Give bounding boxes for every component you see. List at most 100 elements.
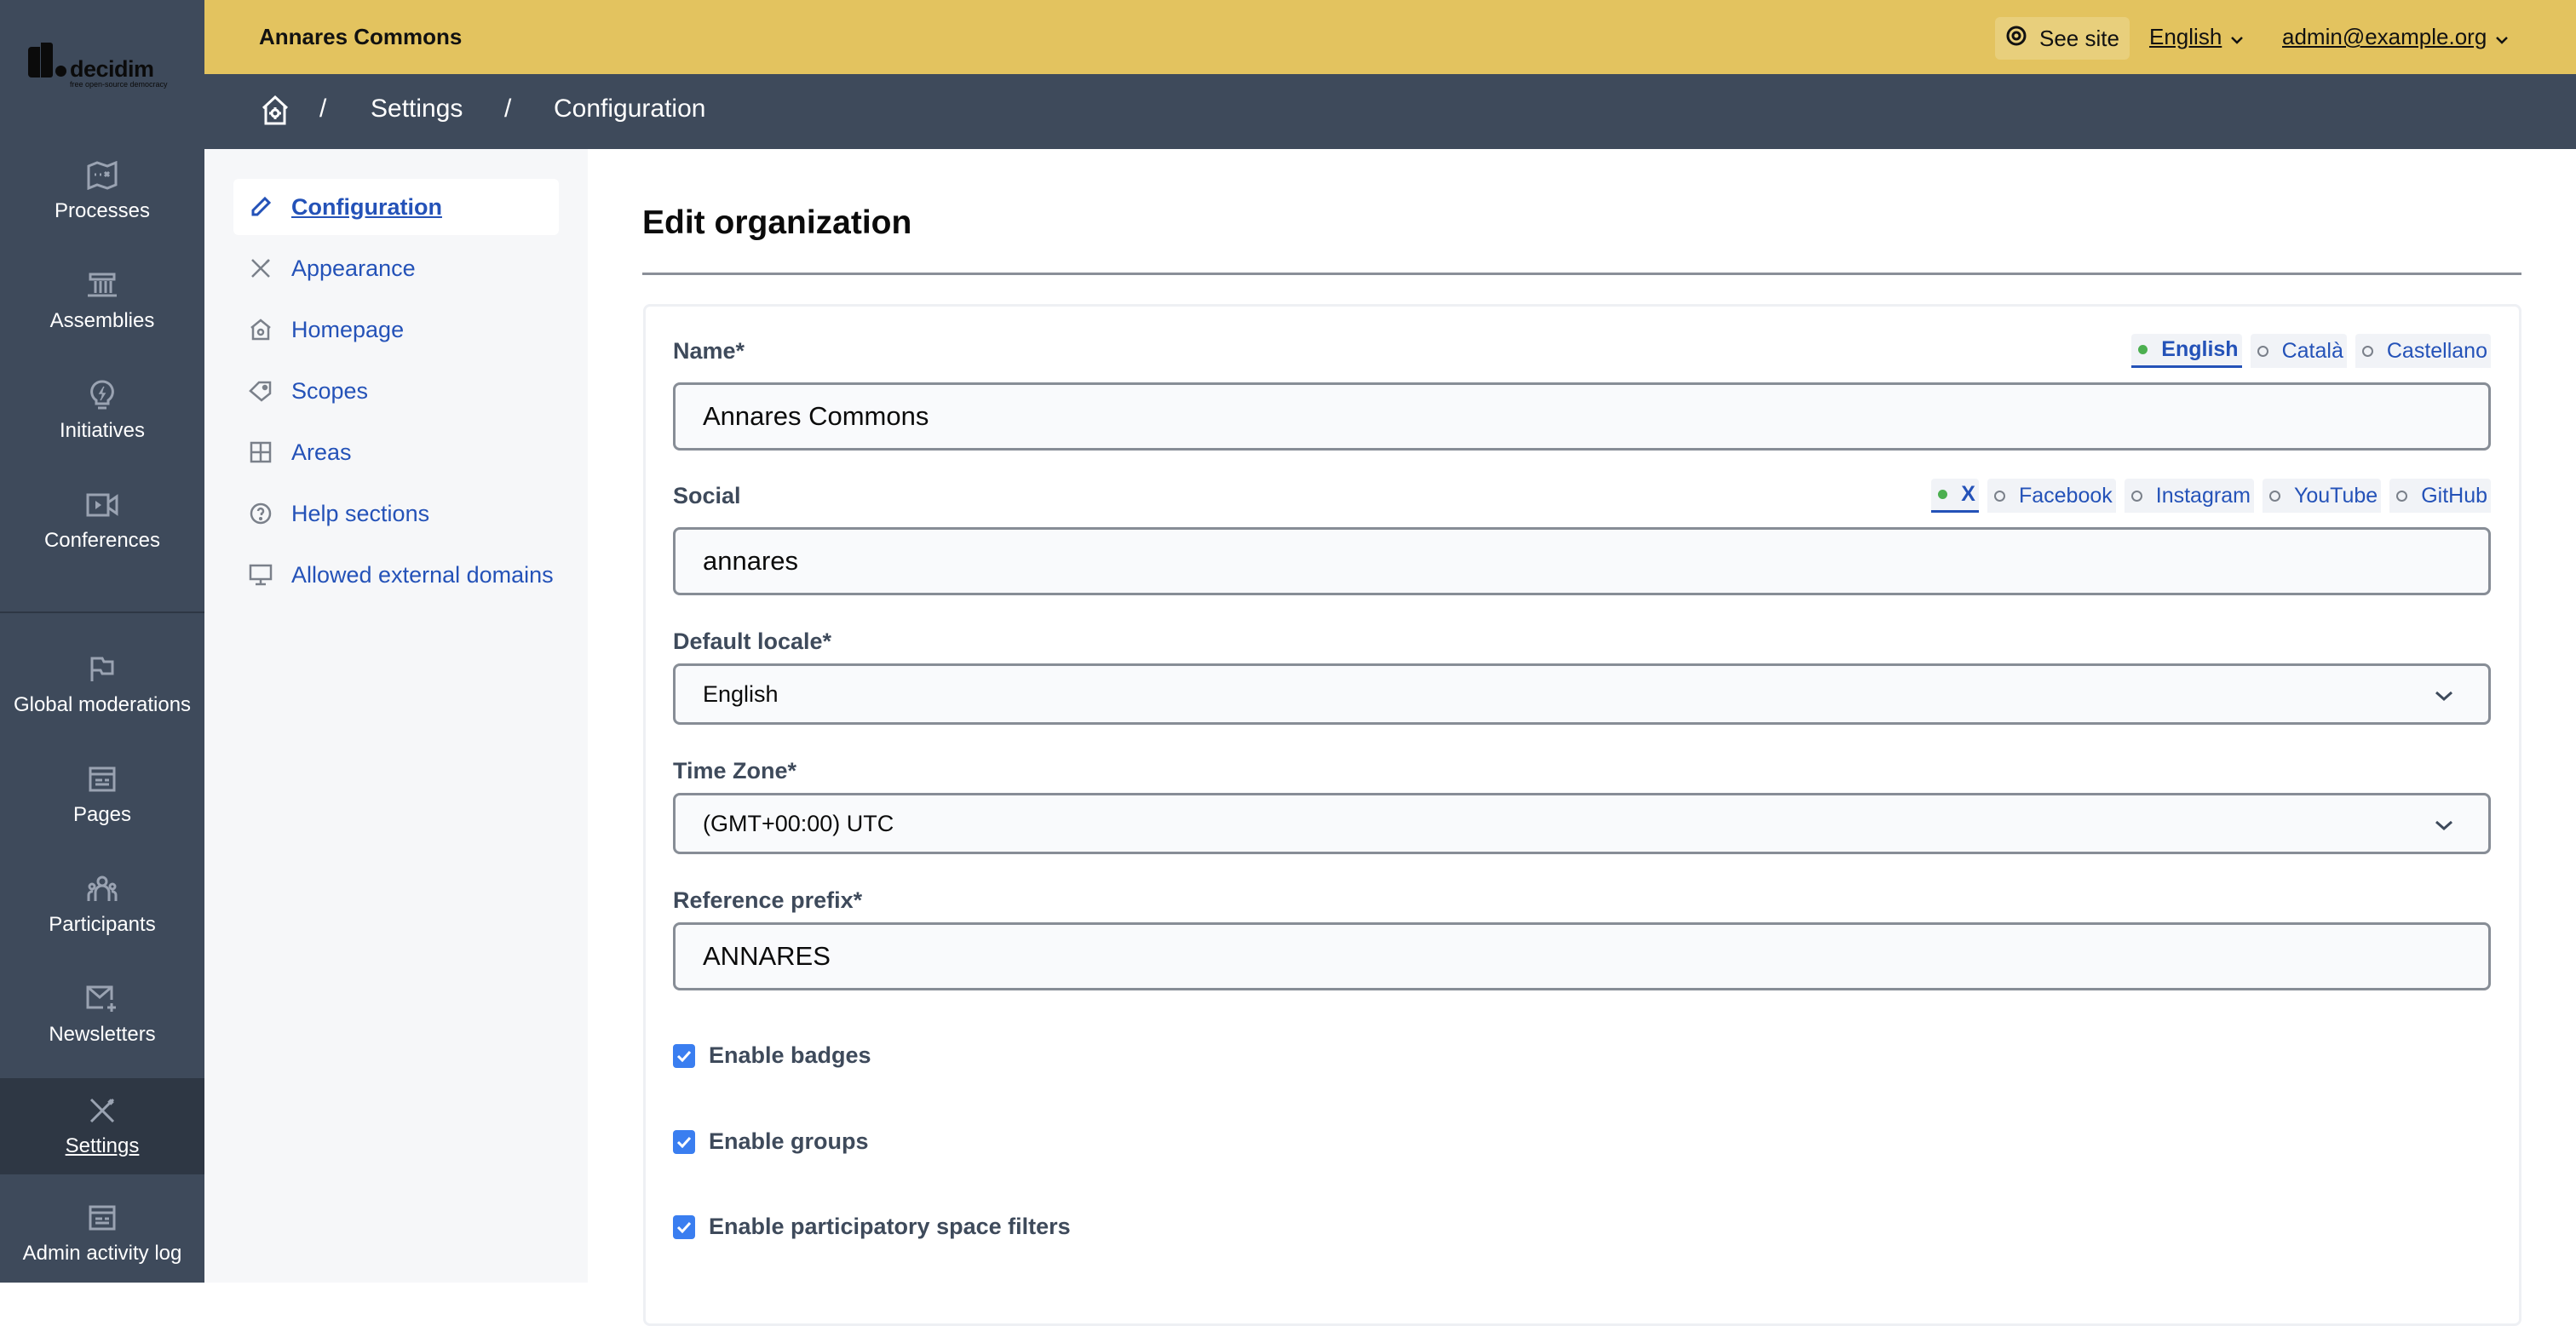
subnav-item-scopes[interactable]: Scopes — [233, 363, 559, 419]
sidebar-divider — [0, 611, 204, 613]
title-divider — [642, 273, 2521, 275]
sidebar-item-label: Conferences — [43, 529, 161, 552]
time-zone-select[interactable]: (GMT+00:00) UTC — [673, 793, 2491, 854]
sidebar-item-assemblies[interactable]: Assemblies — [0, 268, 204, 333]
subnav-item-label: Scopes — [291, 377, 369, 404]
sidebar-item-label: Initiatives — [59, 419, 146, 442]
time-zone-value: (GMT+00:00) UTC — [703, 810, 894, 836]
home-gear-icon — [261, 95, 290, 131]
tools-icon — [85, 1094, 119, 1128]
logo-mark — [55, 66, 66, 77]
subnav-item-appearance[interactable]: Appearance — [233, 240, 559, 296]
sidebar-item-pages[interactable]: Pages — [0, 762, 204, 827]
sidebar-item-label: Newsletters — [49, 1023, 156, 1046]
checkbox-label: Enable groups — [709, 1128, 869, 1154]
tab-label: X — [1961, 482, 1975, 506]
page-title: Edit organization — [642, 204, 912, 241]
sidebar-item-conferences[interactable]: Conferences — [0, 488, 204, 553]
sidebar-item-label: Pages — [72, 803, 132, 826]
tab-catala[interactable]: Català — [2250, 334, 2347, 368]
tab-instagram[interactable]: Instagram — [2124, 479, 2254, 513]
video-camera-icon — [85, 488, 119, 522]
top-bar: Annares Commons See site English admin@e… — [204, 0, 2576, 74]
subnav-item-label: Configuration — [291, 193, 442, 220]
tab-label: Facebook — [2018, 483, 2113, 508]
language-label: English — [2149, 24, 2222, 49]
sidebar-item-participants[interactable]: Participants — [0, 872, 204, 937]
subnav-item-configuration[interactable]: Configuration — [233, 179, 559, 235]
tab-facebook[interactable]: Facebook — [1987, 479, 2116, 513]
tab-label: Castellano — [2386, 338, 2487, 363]
subnav-item-help-sections[interactable]: Help sections — [233, 485, 559, 542]
chevron-down-icon — [2434, 811, 2454, 837]
sidebar-item-admin-activity-log[interactable]: Admin activity log — [0, 1201, 204, 1266]
subnav-item-label: Areas — [291, 439, 352, 465]
subnav-item-label: Help sections — [291, 500, 430, 526]
see-site-button[interactable]: See site — [1995, 17, 2130, 60]
decidim-logo[interactable]: decidim free open-source democracy — [26, 43, 179, 94]
tools-icon — [249, 256, 273, 280]
organization-name: Annares Commons — [259, 24, 463, 49]
tab-github[interactable]: GitHub — [2389, 479, 2491, 513]
layout-grid-icon — [249, 440, 273, 464]
logo-word: decidim — [70, 56, 154, 82]
computer-icon — [249, 563, 273, 587]
subnav-item-areas[interactable]: Areas — [233, 424, 559, 480]
tab-english[interactable]: English — [2131, 334, 2242, 368]
tab-label: English — [2161, 337, 2239, 361]
sidebar-item-initiatives[interactable]: Initiatives — [0, 378, 204, 443]
tab-youtube[interactable]: YouTube — [2262, 479, 2382, 513]
status-dot-icon — [1938, 490, 1948, 499]
default-locale-select[interactable]: English — [673, 663, 2491, 725]
user-email: admin@example.org — [2282, 24, 2487, 49]
name-input[interactable]: Annares Commons — [673, 382, 2491, 451]
eye-icon — [2005, 25, 2027, 53]
enable-participatory-space-filters-row[interactable]: Enable participatory space filters — [673, 1214, 1071, 1240]
checkbox-checked[interactable] — [673, 1043, 695, 1068]
reference-prefix-input[interactable]: ANNARES — [673, 922, 2491, 990]
social-input[interactable]: annares — [673, 527, 2491, 595]
question-icon — [249, 502, 273, 525]
tab-label: YouTube — [2293, 483, 2378, 508]
tab-x[interactable]: X — [1931, 479, 1979, 513]
checkbox-checked[interactable] — [673, 1214, 695, 1239]
sidebar-item-newsletters[interactable]: Newsletters — [0, 982, 204, 1047]
checkbox-checked[interactable] — [673, 1129, 695, 1154]
status-dot-icon — [1993, 490, 2005, 502]
logo-mark — [41, 43, 53, 77]
sidebar-item-global-moderations[interactable]: Global moderations — [0, 652, 204, 717]
social-network-tabs: X Facebook Instagram YouTube GitHub — [1931, 479, 2491, 513]
sidebar-item-settings[interactable]: Settings — [0, 1078, 204, 1174]
enable-badges-row[interactable]: Enable badges — [673, 1042, 871, 1069]
name-label: Name* — [673, 338, 745, 364]
subnav-item-allowed-external-domains[interactable]: Allowed external domains — [233, 547, 559, 603]
enable-groups-row[interactable]: Enable groups — [673, 1128, 869, 1155]
chevron-down-icon — [2230, 24, 2244, 50]
sidebar-item-processes[interactable]: Processes — [0, 158, 204, 223]
breadcrumb-separator: / — [319, 95, 327, 123]
breadcrumb: / Settings / Configuration — [204, 74, 2576, 149]
subnav-item-label: Allowed external domains — [291, 561, 554, 588]
checkbox-label: Enable participatory space filters — [709, 1214, 1071, 1239]
sidebar-item-label: Global moderations — [13, 693, 192, 716]
tab-castellano[interactable]: Castellano — [2355, 334, 2491, 368]
breadcrumb-home[interactable] — [261, 95, 290, 132]
subnav-item-homepage[interactable]: Homepage — [233, 301, 559, 358]
breadcrumb-settings[interactable]: Settings — [371, 95, 463, 123]
chevron-down-icon — [2434, 681, 2454, 708]
see-site-label: See site — [2039, 25, 2119, 51]
pencil-icon — [249, 195, 273, 219]
tab-label: Català — [2281, 338, 2343, 363]
status-dot-icon — [2257, 345, 2268, 357]
status-dot-icon — [2268, 490, 2280, 502]
article-icon — [85, 762, 119, 796]
name-language-tabs: English Català Castellano — [2131, 334, 2491, 368]
language-menu[interactable]: English — [2149, 24, 2244, 50]
lightbulb-flash-icon — [85, 378, 119, 412]
user-menu[interactable]: admin@example.org — [2282, 24, 2509, 50]
sidebar-item-label: Settings — [65, 1134, 140, 1157]
reference-prefix-label: Reference prefix* — [673, 887, 863, 913]
status-dot-icon — [2130, 490, 2142, 502]
sidebar-item-label: Admin activity log — [22, 1242, 182, 1265]
time-zone-label: Time Zone* — [673, 758, 797, 784]
